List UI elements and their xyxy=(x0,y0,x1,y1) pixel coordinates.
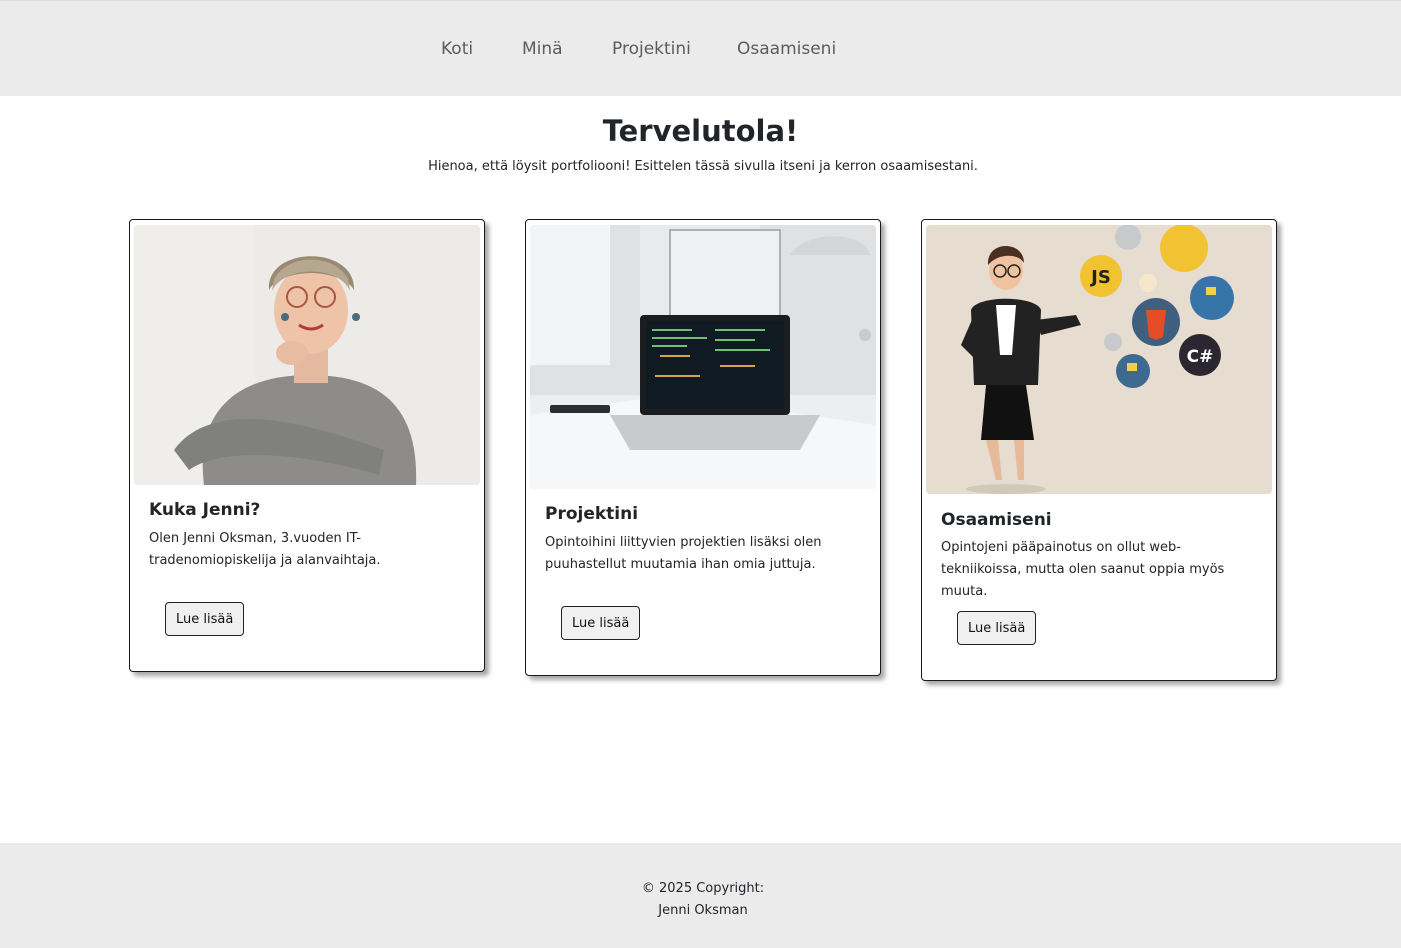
card-text: Opintojeni pääpainotus on ollut web-tekn… xyxy=(941,540,1225,599)
nav-link-osaamiseni[interactable]: Osaamiseni xyxy=(737,39,836,59)
nav-link-mina[interactable]: Minä xyxy=(522,39,563,59)
card-title: Osaamiseni xyxy=(941,510,1052,530)
csharp-badge-text: C# xyxy=(1187,347,1214,367)
nav-link-koti[interactable]: Koti xyxy=(441,39,473,59)
read-more-button[interactable]: Lue lisää xyxy=(957,611,1037,645)
card-about: Kuka Jenni? Olen Jenni Oksman, 3.vuoden … xyxy=(129,219,485,672)
nav-link-projektini[interactable]: Projektini xyxy=(612,39,691,59)
read-more-button[interactable]: Lue lisää xyxy=(561,606,641,640)
footer-copyright: © 2025 Copyright: xyxy=(641,881,765,896)
footer: © 2025 Copyright: Jenni Oksman xyxy=(0,843,1401,948)
page-title: Tervelutola! xyxy=(602,114,799,148)
card-text: Opintoihini liittyvien projektien lisäks… xyxy=(545,535,822,572)
card-title: Kuka Jenni? xyxy=(149,500,261,520)
developer-illustration: JS C# xyxy=(926,225,1272,494)
card-text: Olen Jenni Oksman, 3.vuoden IT-tradenomi… xyxy=(149,531,381,568)
laptop-photo xyxy=(530,225,876,489)
card-projects: Projektini Opintoihini liittyvien projek… xyxy=(525,219,881,676)
page-intro: Hienoa, että löysit portfoliooni! Esitte… xyxy=(428,159,978,174)
navbar: Koti Minä Projektini Osaamiseni xyxy=(0,0,1401,96)
card-title: Projektini xyxy=(545,504,639,524)
read-more-button[interactable]: Lue lisää xyxy=(165,602,245,636)
portrait-photo xyxy=(134,225,480,485)
js-badge-text: JS xyxy=(1089,267,1111,288)
card-skills: JS C# Osaamiseni Opintojeni pääpainotus … xyxy=(921,219,1277,681)
footer-author: Jenni Oksman xyxy=(658,903,748,918)
